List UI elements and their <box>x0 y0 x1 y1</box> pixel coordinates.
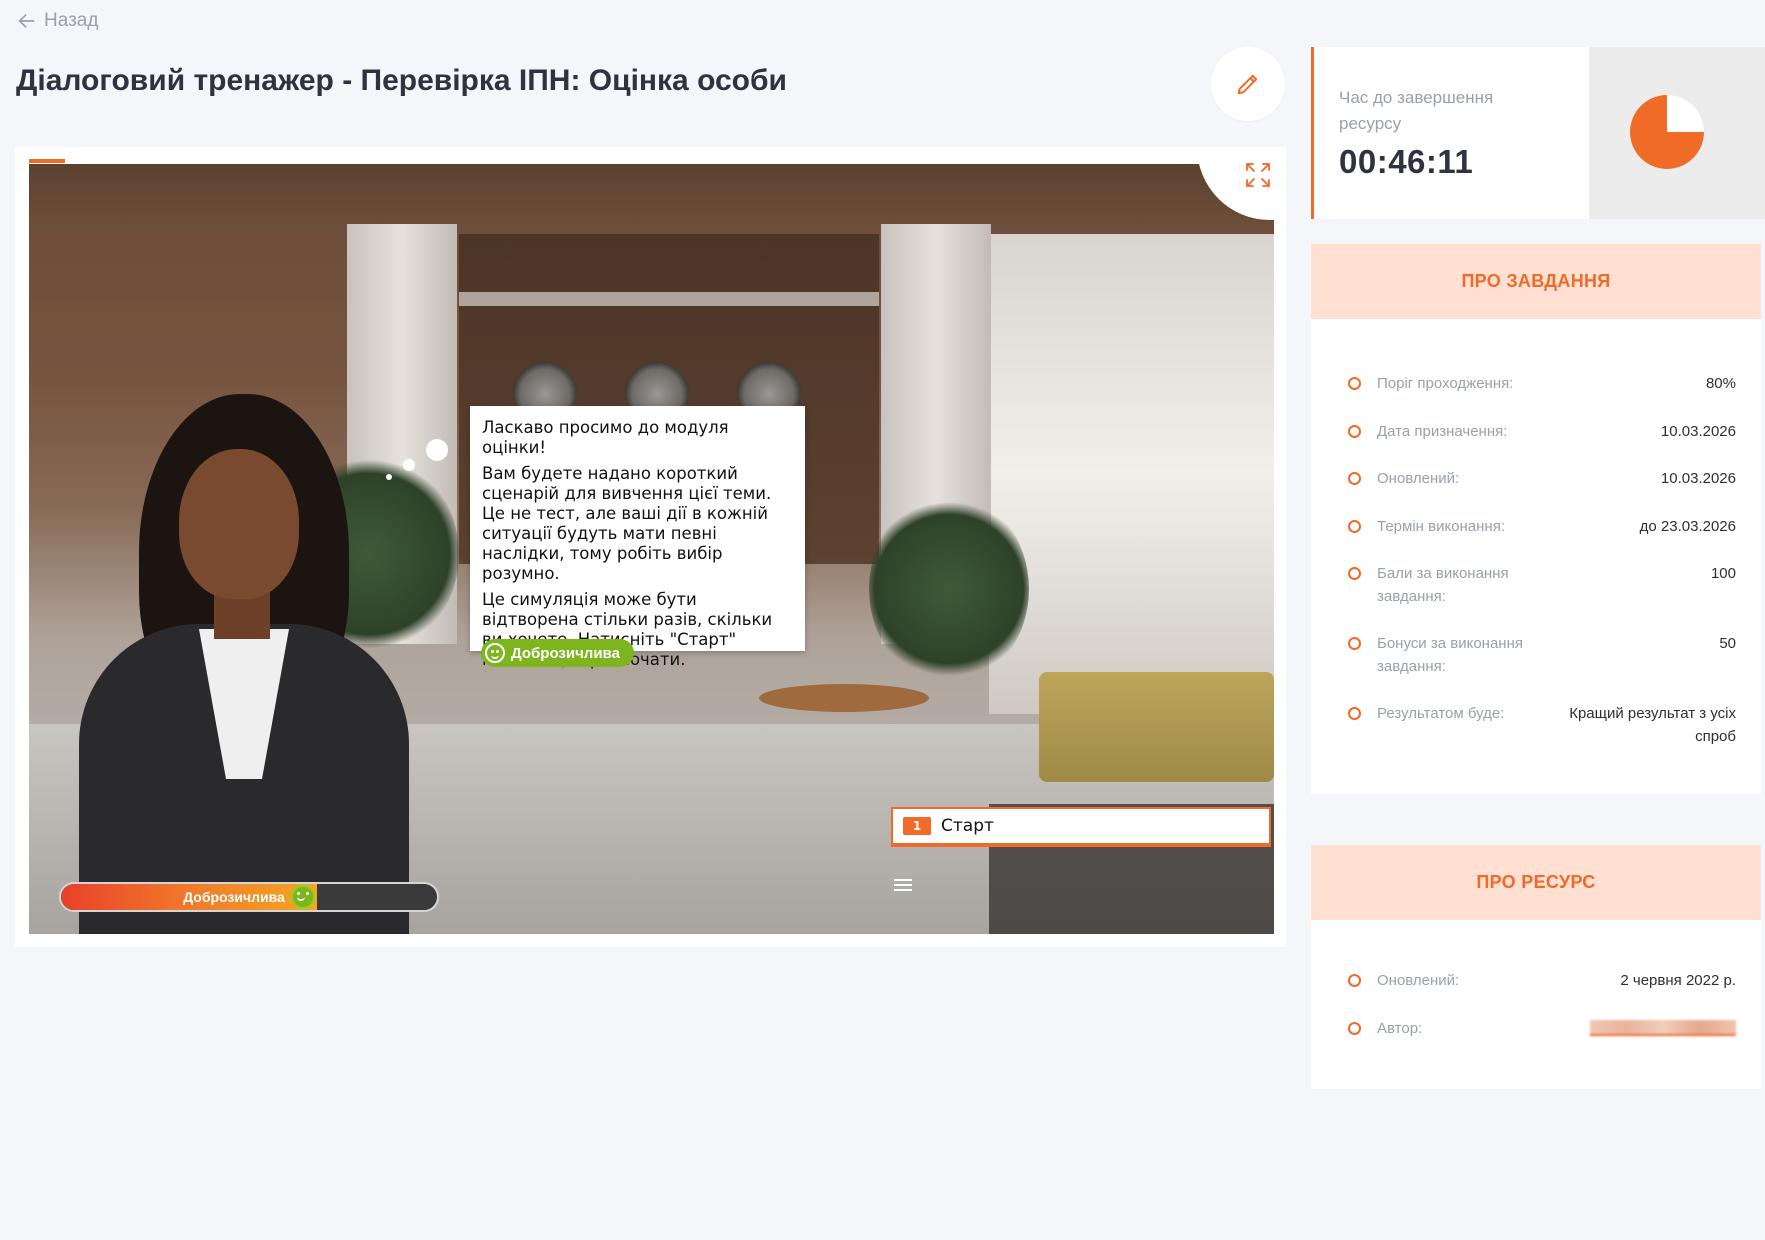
bullet-icon <box>1348 472 1361 485</box>
task-info-header: ПРО ЗАВДАННЯ <box>1311 244 1761 319</box>
bullet-icon <box>1348 1022 1361 1035</box>
mood-badge: Доброзичлива <box>481 639 634 667</box>
row-value: 100 <box>1710 565 1736 582</box>
timer-label: Час до завершення ресурсу <box>1339 88 1494 133</box>
scene-plant <box>869 494 1029 684</box>
thought-dot <box>426 439 448 461</box>
timer-value: 00:46:11 <box>1339 143 1474 180</box>
bubble-greeting: Ласкаво просимо до модуля оцінки! <box>482 418 729 457</box>
bullet-icon <box>1348 520 1361 533</box>
back-label: Назад <box>44 10 99 31</box>
arrow-left-icon <box>18 13 35 29</box>
timer-card: Час до завершення ресурсу 00:46:11 <box>1311 47 1765 219</box>
row-label: Поріг проходження: <box>1377 375 1514 392</box>
smiley-icon <box>290 885 315 909</box>
row-label: Термін виконання: <box>1377 518 1506 535</box>
row-value: 10.03.2026 <box>1660 423 1736 440</box>
bullet-icon <box>1348 707 1361 720</box>
mood-meter-label: Доброзичлива <box>183 889 285 905</box>
row-value: 10.03.2026 <box>1660 470 1736 487</box>
mood-meter-text: Доброзичлива <box>61 884 437 910</box>
bullet-icon <box>1348 425 1361 438</box>
row-value: Кращий результат з усіх спроб <box>1569 705 1736 745</box>
bullet-icon <box>1348 567 1361 580</box>
speech-bubble: Ласкаво просимо до модуля оцінки! Вам бу… <box>470 406 805 669</box>
scene-window <box>989 234 1274 714</box>
character-face <box>179 449 299 599</box>
option-label: Старт <box>941 816 994 836</box>
resource-info-header: ПРО РЕСУРС <box>1311 845 1761 920</box>
pencil-icon <box>1237 74 1258 95</box>
mood-badge-label: Доброзичлива <box>511 644 620 662</box>
row-label: Оновлений: <box>1377 470 1460 487</box>
row-label: Дата призначення: <box>1377 423 1508 440</box>
thought-dot <box>386 474 392 480</box>
row-label: Результатом буде: <box>1377 705 1505 722</box>
scene-sofa <box>1039 672 1274 782</box>
mood-meter: Доброзичлива <box>59 882 439 912</box>
bullet-icon <box>1348 637 1361 650</box>
bullet-icon <box>1348 377 1361 390</box>
thought-dot <box>403 459 415 471</box>
simulation-stage[interactable]: Ласкаво просимо до модуля оцінки! Вам бу… <box>29 164 1274 934</box>
row-label: Бонуси за виконання завдання: <box>1377 635 1523 675</box>
task-info-card: ПРО ЗАВДАННЯ Поріг проходження: 80% Дата… <box>1311 244 1761 794</box>
hamburger-icon[interactable] <box>894 876 912 894</box>
row-value: до 23.03.2026 <box>1639 518 1736 535</box>
back-link[interactable]: Назад <box>16 10 98 32</box>
bullet-icon <box>1348 974 1361 987</box>
start-option-button[interactable]: 1 Старт <box>891 807 1271 847</box>
edit-button[interactable] <box>1211 47 1285 121</box>
bubble-paragraph: Вам будете надано короткий сценарій для … <box>482 464 772 583</box>
option-number: 1 <box>903 817 931 835</box>
row-value: 2 червня 2022 р. <box>1620 972 1736 989</box>
player-card: Ласкаво просимо до модуля оцінки! Вам бу… <box>15 147 1286 947</box>
row-value: 50 <box>1719 635 1736 652</box>
scene-light <box>459 292 879 306</box>
row-value: 80% <box>1705 375 1736 392</box>
character-avatar <box>49 394 469 934</box>
scene-ceiling <box>29 164 1274 234</box>
page-title: Діалоговий тренажер - Перевірка ІПН: Оці… <box>16 64 787 97</box>
timer-pie-chart <box>1630 95 1704 169</box>
row-label: Бали за виконання завдання: <box>1377 565 1509 605</box>
smiley-icon <box>485 643 505 663</box>
row-label: Автор: <box>1377 1020 1423 1037</box>
author-link[interactable] <box>1590 1020 1736 1036</box>
player-progress-indicator <box>29 159 65 163</box>
expand-icon[interactable] <box>1244 161 1272 189</box>
resource-info-card: ПРО РЕСУРС Оновлений: 2 червня 2022 р. А… <box>1311 845 1761 1089</box>
scene-table <box>759 684 929 712</box>
row-label: Оновлений: <box>1377 972 1460 989</box>
timer-chart-area <box>1589 47 1765 219</box>
